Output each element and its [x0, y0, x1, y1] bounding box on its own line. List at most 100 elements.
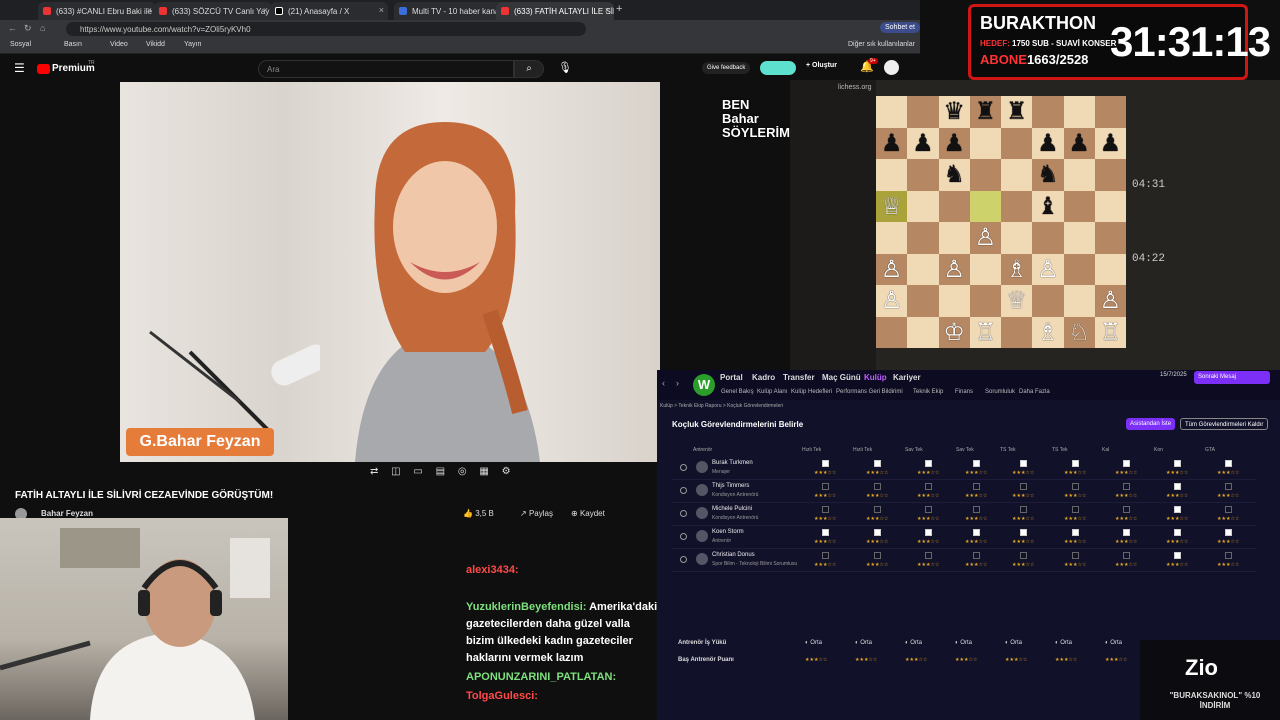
chess-square[interactable] — [1094, 253, 1126, 285]
chess-square[interactable]: ♛ — [938, 96, 970, 128]
chess-square[interactable] — [1032, 222, 1064, 254]
bookmark-item[interactable]: Video — [110, 41, 128, 48]
remove-all-button[interactable]: Tüm Görevlendirmeleri Kaldır — [1180, 418, 1269, 430]
chess-board[interactable]: ♛ ♜ ♜ ♟ ♟ ♟ ♟ ♟ ♟ ♞ ♞ ♕ ♝ ♙ ♙ ♙ ♗ ♙ ♙ ♕ ♙ ♔ ♖ ♗ ♘ ♖ — [876, 96, 1126, 348]
column-header[interactable]: Antrenör — [693, 447, 712, 453]
column-header[interactable]: Sav Tek — [905, 447, 923, 453]
column-header[interactable]: Kon — [1154, 447, 1163, 453]
refresh-icon[interactable]: ↻ — [24, 23, 32, 34]
assignment-checkbox[interactable] — [1174, 506, 1181, 513]
assignment-checkbox[interactable] — [925, 529, 932, 536]
select-radio[interactable] — [680, 533, 687, 540]
toggle-chip[interactable] — [760, 61, 796, 75]
back-icon[interactable]: ‹ — [662, 378, 665, 388]
column-header[interactable]: TS Tek — [1000, 447, 1015, 453]
chess-piece[interactable]: ♗ — [1037, 319, 1059, 346]
assignment-checkbox[interactable] — [973, 506, 980, 513]
create-button[interactable]: + Oluştur — [806, 62, 837, 69]
assignment-checkbox[interactable] — [1123, 552, 1130, 559]
chess-square[interactable]: ♟ — [1063, 127, 1095, 159]
chess-piece[interactable]: ♟ — [943, 130, 965, 157]
assignment-checkbox[interactable] — [1123, 506, 1130, 513]
chess-square[interactable] — [907, 96, 939, 128]
chess-square[interactable]: ♙ — [938, 253, 970, 285]
assignment-checkbox[interactable] — [1072, 460, 1079, 467]
back-icon[interactable]: ← — [8, 23, 17, 33]
assignment-checkbox[interactable] — [973, 483, 980, 490]
chess-square[interactable] — [1063, 222, 1095, 254]
chess-square[interactable] — [969, 190, 1001, 222]
chess-piece[interactable]: ♙ — [943, 256, 965, 283]
chess-square[interactable] — [907, 222, 939, 254]
chess-piece[interactable]: ♝ — [1037, 193, 1059, 220]
video-player[interactable] — [120, 82, 660, 462]
chess-piece[interactable]: ♙ — [975, 224, 997, 251]
chess-square[interactable]: ♕ — [876, 190, 908, 222]
chess-square[interactable]: ♗ — [1032, 316, 1064, 348]
chat-username[interactable]: TolgaGulesci: — [466, 690, 538, 702]
chess-square[interactable] — [1001, 222, 1033, 254]
coach-name[interactable]: Michele Pulcini — [712, 506, 752, 512]
chess-piece[interactable]: ♞ — [943, 161, 965, 188]
chess-square[interactable]: ♝ — [1032, 190, 1064, 222]
chess-square[interactable] — [969, 127, 1001, 159]
avatar[interactable] — [884, 60, 899, 75]
assignment-checkbox[interactable] — [1020, 529, 1027, 536]
fm-subnav-item[interactable]: Performans Geri Bildirimi — [836, 389, 903, 395]
chess-square[interactable]: ♜ — [1001, 96, 1033, 128]
youtube-logo-icon[interactable] — [37, 64, 50, 74]
assignment-checkbox[interactable] — [822, 552, 829, 559]
chess-square[interactable] — [907, 285, 939, 317]
fm-subnav-item[interactable]: Sorumluluk — [985, 389, 1015, 395]
chess-piece[interactable]: ♕ — [1006, 287, 1028, 314]
microphone-icon[interactable]: 🎙 — [558, 61, 572, 74]
chess-piece[interactable]: ♞ — [1037, 161, 1059, 188]
coach-name[interactable]: Koen Storm — [712, 529, 744, 535]
chess-piece[interactable]: ♖ — [975, 319, 997, 346]
chess-square[interactable] — [1001, 127, 1033, 159]
coach-name[interactable]: Thijs Timmers — [712, 483, 749, 489]
assignment-checkbox[interactable] — [1020, 460, 1027, 467]
chess-square[interactable] — [907, 190, 939, 222]
chess-piece[interactable]: ♙ — [881, 256, 903, 283]
fm-nav-item[interactable]: Kadro — [752, 373, 775, 382]
fm-subnav-item[interactable]: Daha Fazla — [1019, 389, 1050, 395]
ask-assistant-button[interactable]: Asistandan İste — [1126, 418, 1176, 430]
assignment-checkbox[interactable] — [925, 552, 932, 559]
chess-piece[interactable]: ♟ — [881, 130, 903, 157]
assignment-checkbox[interactable] — [973, 529, 980, 536]
share-button[interactable]: ↗ Paylaş — [520, 509, 553, 518]
chess-square[interactable] — [938, 285, 970, 317]
close-icon[interactable]: × — [605, 5, 610, 15]
search-button[interactable]: ⌕ — [514, 60, 544, 78]
profile-chip[interactable]: Sohbet et — [880, 22, 920, 33]
chess-piece[interactable]: ♟ — [1068, 130, 1090, 157]
close-icon[interactable]: × — [263, 5, 268, 15]
chess-square[interactable] — [1001, 190, 1033, 222]
chess-piece[interactable]: ♙ — [881, 287, 903, 314]
column-header[interactable]: GTA — [1205, 447, 1215, 453]
chess-square[interactable]: ♞ — [938, 159, 970, 191]
select-radio[interactable] — [680, 487, 687, 494]
chess-piece[interactable]: ♟ — [912, 130, 934, 157]
chess-square[interactable]: ♙ — [969, 222, 1001, 254]
chess-piece[interactable]: ♕ — [881, 193, 903, 220]
coach-name[interactable]: Christian Donus — [712, 552, 755, 558]
assignment-checkbox[interactable] — [874, 483, 881, 490]
coach-row[interactable]: Burak Turkmen Menajer — [672, 458, 1256, 480]
column-header[interactable]: Kal — [1102, 447, 1109, 453]
chess-square[interactable] — [876, 316, 908, 348]
select-radio[interactable] — [680, 510, 687, 517]
chess-square[interactable]: ♙ — [876, 253, 908, 285]
chess-square[interactable]: ♟ — [1094, 127, 1126, 159]
chess-square[interactable]: ♕ — [1001, 285, 1033, 317]
chess-square[interactable]: ♟ — [876, 127, 908, 159]
chess-square[interactable] — [1094, 159, 1126, 191]
chess-square[interactable] — [1032, 96, 1064, 128]
chess-square[interactable]: ♙ — [1032, 253, 1064, 285]
chess-square[interactable] — [1063, 285, 1095, 317]
assignment-checkbox[interactable] — [1123, 529, 1130, 536]
chess-square[interactable]: ♔ — [938, 316, 970, 348]
assignment-checkbox[interactable] — [925, 483, 932, 490]
coach-row[interactable]: Christian Donus Spor Bilim - Teknoloji Bi… — [672, 550, 1256, 572]
